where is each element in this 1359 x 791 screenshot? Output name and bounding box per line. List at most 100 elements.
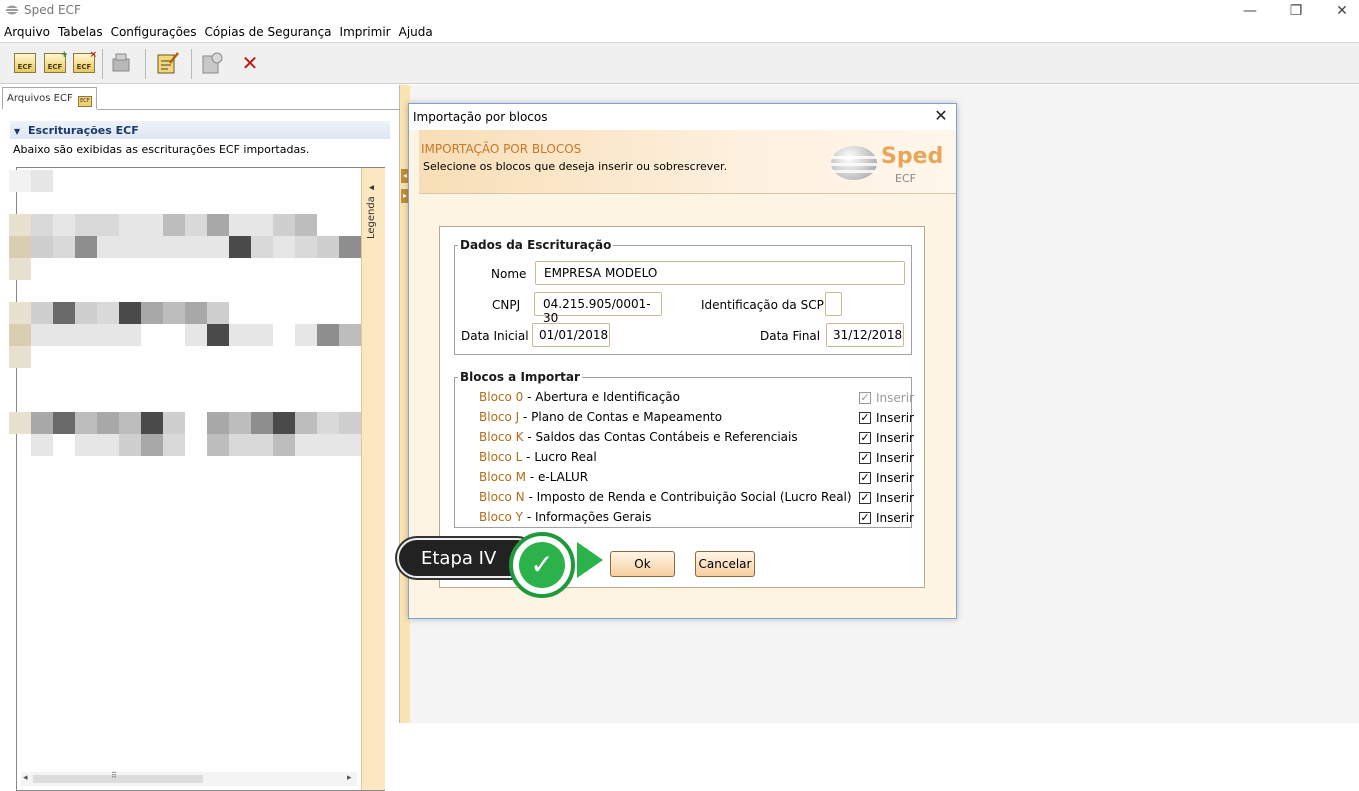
scroll-left-icon[interactable]: ◂ [23,773,28,783]
bloco-row: Bloco K - Saldos das Contas Contábeis e … [479,430,914,448]
globe-icon [831,146,877,180]
sped-logo: Sped ECF [829,140,949,186]
menu-arquivo[interactable]: Arquivo [4,25,50,39]
document-search-icon [202,52,223,74]
obscured-pixel [31,170,53,192]
cnpj-field[interactable]: 04.215.905/0001-30 [534,292,662,325]
obscured-pixel [317,236,339,258]
blocos-legend: Blocos a Importar [458,370,582,384]
bloco-description: - Saldos das Contas Contábeis e Referenc… [523,430,798,444]
toolbar-separator [191,49,192,79]
menu-bar: Arquivo Tabelas Configurações Cópias de … [0,22,1359,42]
data-final-field[interactable]: 31/12/2018 [826,323,904,347]
obscured-pixel [75,214,97,236]
menu-ajuda[interactable]: Ajuda [399,25,433,39]
menu-imprimir[interactable]: Imprimir [340,25,391,39]
data-inicial-field[interactable]: 01/01/2018 [532,323,610,347]
section-description: Abaixo são exibidas as escriturações ECF… [13,143,310,156]
dialog-title: Importação por blocos [413,110,548,124]
scp-field[interactable] [825,292,842,316]
legend-label: Legenda ▸ [366,182,377,240]
bloco-code: Bloco 0 [479,390,524,404]
blocos-fieldset: Blocos a Importar Bloco 0 - Abertura e I… [454,370,914,528]
obscured-pixel [31,434,53,456]
obscured-pixel [317,324,339,346]
tab-divider [97,109,400,110]
dados-legend: Dados da Escrituração [458,238,614,252]
obscured-pixel [141,434,163,456]
bloco-code: Bloco M [479,470,527,484]
bloco-row: Bloco J - Plano de Contas e Mapeamento ✓ I… [479,410,914,428]
legend-panel[interactable]: Legenda ▸ [361,168,385,790]
nome-label: Nome [491,267,527,281]
obscured-pixel [97,214,119,236]
obscured-pixel [207,214,229,236]
obscured-pixel [119,434,141,456]
tab-arquivos-ecf[interactable]: Arquivos ECF ECF [2,87,97,109]
horizontal-scrollbar[interactable]: ◂ ⠿ ▸ [21,771,357,786]
bloco-row: Bloco N - Imposto de Renda e Contribuiçã… [479,490,914,508]
dialog-close-button[interactable]: ✕ [929,106,953,128]
export-button[interactable] [110,51,134,75]
delete-button[interactable]: ✕ [238,51,262,75]
close-window-button[interactable]: ✕ [1319,0,1359,22]
obscured-pixel [9,236,31,258]
obscured-pixel [9,258,31,280]
inserir-checkbox[interactable]: ✓ [859,432,871,444]
bloco-row: Bloco Y - Informações Gerais ✓ Inserir [479,510,914,528]
left-panel: Arquivos ECF ECF ▼ Escriturações ECF Aba… [0,85,400,791]
nome-field[interactable]: EMPRESA MODELO [535,261,905,285]
obscured-pixel [9,302,31,324]
inserir-checkbox[interactable]: ✓ [859,452,871,464]
bloco-row: Bloco L - Lucro Real ✓ Inserir [479,450,914,468]
obscured-pixel [75,412,97,434]
obscured-pixel [53,302,75,324]
open-ecf-button[interactable]: ECF [14,51,38,75]
obscured-pixel [97,302,119,324]
obscured-pixel [53,412,75,434]
section-header[interactable]: ▼ Escriturações ECF [10,121,390,139]
dados-fieldset: Dados da Escrituração Nome EMPRESA MODEL… [454,238,912,355]
obscured-pixel [9,214,31,236]
scroll-right-icon[interactable]: ▸ [347,773,352,783]
validate-button[interactable] [201,51,225,75]
ok-button[interactable]: Ok [610,551,675,577]
menu-copias-seguranca[interactable]: Cópias de Segurança [205,25,332,39]
inserir-label: Inserir [876,451,914,465]
obscured-pixel [295,214,317,236]
escrituracoes-list[interactable]: Legenda ▸ ◂ ⠿ ▸ [9,167,385,791]
cnpj-label: CNPJ [492,298,521,312]
obscured-pixel [75,434,97,456]
bloco-code: Bloco Y [479,510,523,524]
data-inicial-label: Data Inicial [461,329,529,343]
menu-tabelas[interactable]: Tabelas [58,25,103,39]
edit-button[interactable] [156,51,180,75]
obscured-pixel [229,434,251,456]
collapse-triangle-icon: ▼ [14,127,21,136]
obscured-pixel [75,236,97,258]
inserir-checkbox[interactable]: ✓ [859,492,871,504]
edit-document-icon [157,52,179,74]
remove-ecf-button[interactable]: ECF × [73,50,97,75]
import-ecf-button[interactable]: ECF + [44,50,68,75]
obscured-pixel [163,214,185,236]
scroll-thumb[interactable]: ⠿ [33,771,203,783]
menu-configuracoes[interactable]: Configurações [111,25,197,39]
obscured-pixel [185,302,207,324]
obscured-pixel [295,412,317,434]
cancel-button[interactable]: Cancelar [695,551,755,577]
inserir-checkbox[interactable]: ✓ [859,472,871,484]
inserir-label: Inserir [876,431,914,445]
obscured-pixel [251,236,273,258]
maximize-button[interactable]: ❐ [1273,0,1319,22]
obscured-pixel [185,236,207,258]
inserir-checkbox[interactable]: ✓ [859,512,871,524]
inserir-checkbox[interactable]: ✓ [859,412,871,424]
bloco-description: - Abertura e Identificação [523,390,680,404]
minimize-button[interactable]: — [1227,0,1273,22]
obscured-pixel [53,214,75,236]
obscured-pixel [251,412,273,434]
logo-word: Sped [881,144,944,169]
toolbar-separator [102,49,103,79]
bloco-code: Bloco N [479,490,525,504]
